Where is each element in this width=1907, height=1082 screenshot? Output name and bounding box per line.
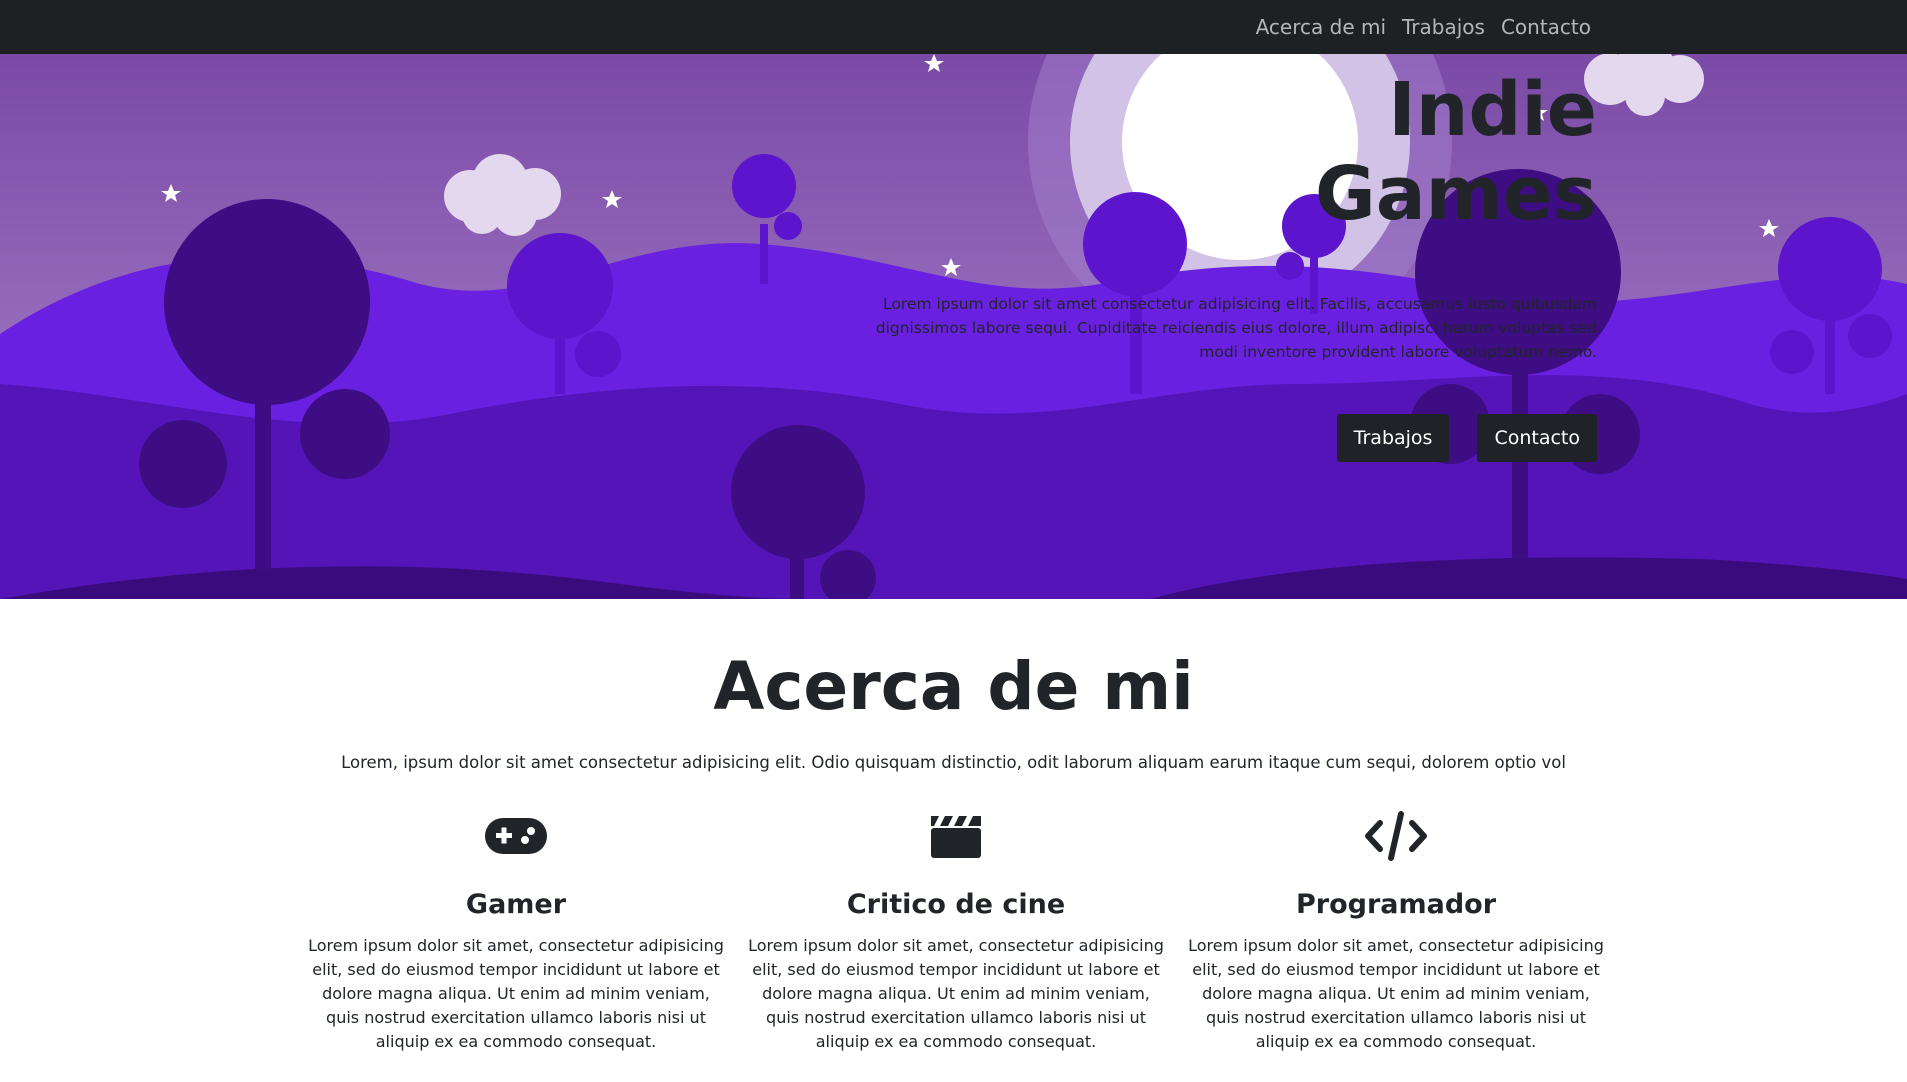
navbar: Acerca de mi Trabajos Contacto <box>0 0 1907 54</box>
hero-buttons: Trabajos Contacto <box>837 414 1597 462</box>
about-column-programador: Programador Lorem ipsum dolor sit amet, … <box>1176 809 1616 1054</box>
programador-title: Programador <box>1295 889 1497 920</box>
hero-section: Indie Games Lorem ipsum dolor sit amet c… <box>0 54 1907 599</box>
programador-text: Lorem ipsum dolor sit amet, consectetur … <box>1188 936 1604 1051</box>
critico-title: Critico de cine <box>846 889 1066 920</box>
hero-title-line2: Games <box>1314 151 1597 237</box>
nav-link-trabajos[interactable]: Trabajos <box>1402 15 1485 39</box>
nav-link-acerca[interactable]: Acerca de mi <box>1256 15 1386 39</box>
hero-content: Indie Games Lorem ipsum dolor sit amet c… <box>837 68 1597 462</box>
about-columns: Gamer Lorem ipsum dolor sit amet, consec… <box>296 809 1616 1054</box>
nav-links: Acerca de mi Trabajos Contacto <box>1256 0 1591 54</box>
gamer-text: Lorem ipsum dolor sit amet, consectetur … <box>308 936 724 1051</box>
gamepad-icon <box>296 809 736 863</box>
hero-title: Indie Games <box>837 68 1597 236</box>
nav-link-contacto[interactable]: Contacto <box>1501 15 1591 39</box>
about-column-critico: Critico de cine Lorem ipsum dolor sit am… <box>736 809 1176 1054</box>
about-description: Lorem, ipsum dolor sit amet consectetur … <box>341 753 1566 772</box>
trabajos-button[interactable]: Trabajos <box>1336 414 1450 462</box>
clapperboard-icon <box>736 809 1176 863</box>
contacto-button[interactable]: Contacto <box>1477 414 1597 462</box>
gamer-title: Gamer <box>465 889 567 920</box>
code-icon <box>1176 809 1616 863</box>
about-title: Acerca de mi <box>713 648 1194 725</box>
critico-text: Lorem ipsum dolor sit amet, consectetur … <box>748 936 1164 1051</box>
about-section: Acerca de mi Lorem, ipsum dolor sit amet… <box>0 599 1907 1052</box>
hero-description: Lorem ipsum dolor sit amet consectetur a… <box>875 295 1597 361</box>
about-column-gamer: Gamer Lorem ipsum dolor sit amet, consec… <box>296 809 736 1054</box>
hero-title-line1: Indie <box>1388 67 1597 153</box>
